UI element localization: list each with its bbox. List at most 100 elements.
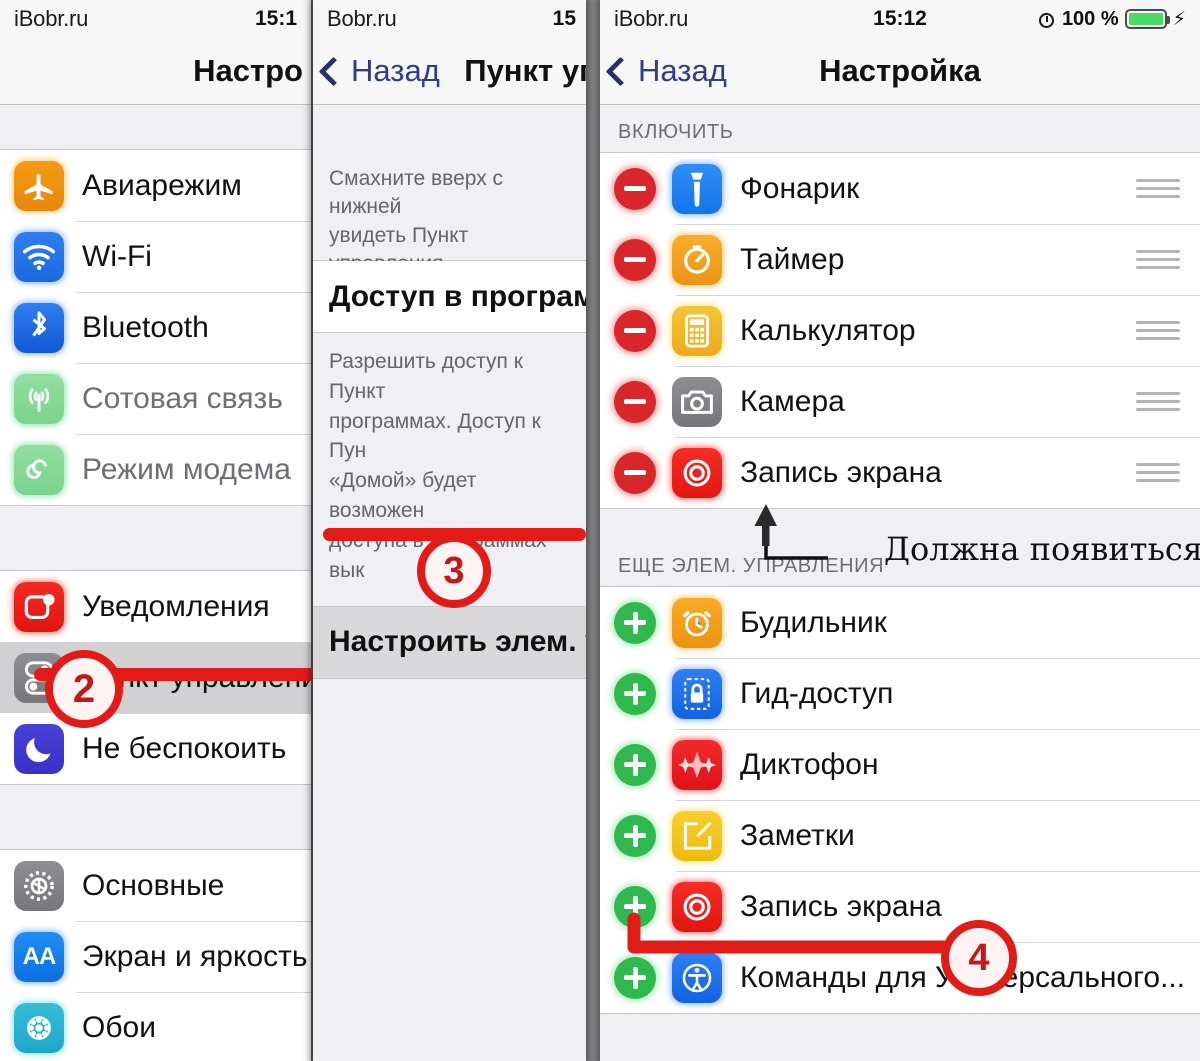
clock-label: 15 [552, 7, 576, 30]
flashlight-icon [672, 163, 722, 214]
settings-row-wifi[interactable]: Wi-Fi [0, 221, 311, 292]
control-row-notes[interactable]: Заметки [600, 800, 1200, 871]
settings-row-general[interactable]: Основные [0, 850, 311, 921]
settings-row-label: Wi-Fi [82, 239, 152, 273]
control-row-alarm[interactable]: Будильник [600, 587, 1200, 658]
back-button[interactable]: Назад [600, 53, 727, 89]
notifications-icon [14, 581, 64, 632]
settings-row-wallpaper[interactable]: Обои [0, 992, 311, 1061]
settings-row-airplane[interactable]: Авиарежим [0, 150, 311, 221]
hotspot-icon [14, 444, 64, 495]
settings-row-dnd[interactable]: Не беспокоить [0, 713, 311, 784]
settings-row-bluetooth[interactable]: Bluetooth [0, 292, 311, 363]
nav-bar-1: Настро [0, 38, 311, 105]
clock-label: 15:1 [254, 7, 297, 30]
group-customize: Настроить элем. упр [313, 605, 586, 679]
control-row-flashlight[interactable]: Фонарик [600, 153, 1200, 224]
settings-row-label: Обои [82, 1010, 156, 1044]
settings-row-notifications[interactable]: Уведомления [0, 571, 311, 642]
settings-group-connectivity: Авиарежим Wi-Fi Bluetooth Сотовая связь … [0, 149, 311, 506]
list-gap [313, 105, 586, 155]
remove-button[interactable] [614, 451, 656, 494]
control-row-label: Калькулятор [740, 313, 916, 347]
remove-button[interactable] [614, 380, 656, 423]
status-bar-2: Bobr.ru 15 [313, 0, 586, 38]
add-button[interactable] [614, 672, 656, 715]
settings-row-label: Авиарежим [82, 168, 242, 202]
cellular-icon [14, 373, 64, 424]
drag-handle[interactable] [1136, 179, 1180, 198]
settings-row-label: Основные [82, 868, 225, 902]
remove-button[interactable] [614, 309, 656, 352]
status-bar-3: iBobr.ru 15:12 100 % ⚡ [600, 0, 1200, 38]
carrier-label: Bobr.ru [327, 6, 397, 31]
settings-row-display[interactable]: AA Экран и яркость [0, 921, 311, 992]
wallpaper-icon [14, 1002, 64, 1053]
settings-row-cellular[interactable]: Сотовая связь [0, 363, 311, 434]
add-button[interactable] [614, 743, 656, 786]
chevron-left-icon [605, 56, 636, 86]
battery-percent-label: 100 % [1061, 7, 1119, 30]
row-label: Доступ в программа [329, 279, 586, 313]
drag-handle[interactable] [1136, 463, 1180, 482]
carrier-label: iBobr.ru [614, 6, 689, 31]
row-label: Настроить элем. упр [329, 625, 586, 658]
back-button-label: Назад [351, 53, 440, 88]
control-row-camera[interactable]: Камера [600, 366, 1200, 437]
general-gear-icon [14, 860, 64, 911]
back-button[interactable]: Назад [313, 53, 440, 89]
control-row-label: Гид-доступ [740, 676, 894, 710]
timer-icon [672, 234, 722, 285]
display-brightness-icon: AA [14, 931, 64, 982]
control-row-calculator[interactable]: Калькулятор [600, 295, 1200, 366]
page-title: Пункт уг [464, 53, 586, 88]
control-row-timer[interactable]: Таймер [600, 224, 1200, 295]
control-row-label: Камера [740, 384, 845, 418]
add-button[interactable] [614, 814, 656, 857]
control-row-voice-memos[interactable]: Диктофон [600, 729, 1200, 800]
control-row-guided-access[interactable]: Гид-доступ [600, 658, 1200, 729]
annotation-step-3: 3 [417, 534, 491, 608]
section-header-enabled: ВКЛЮЧИТЬ [600, 105, 1200, 152]
phone-panel-control-center: Bobr.ru 15 Назад Пункт уг Смахните вверх… [313, 0, 586, 1061]
camera-icon [672, 376, 722, 427]
remove-button[interactable] [614, 167, 656, 210]
list-gap [0, 105, 311, 149]
control-row-label: Таймер [740, 242, 845, 276]
airplane-icon [14, 160, 64, 211]
settings-group-general: Основные AA Экран и яркость Обои [0, 849, 311, 1061]
row-customize-controls[interactable]: Настроить элем. упр [313, 606, 586, 678]
nav-bar-2: Назад Пункт уг [313, 38, 586, 105]
bluetooth-icon [14, 302, 64, 353]
list-gap [0, 506, 311, 570]
settings-row-label: Режим модема [82, 452, 291, 486]
screen-settings: iBobr.ru 15:1 Настро Авиарежим Wi-Fi Blu… [0, 0, 311, 1061]
page-title: Настро [193, 53, 303, 88]
status-bar-1: iBobr.ru 15:1 [0, 0, 311, 38]
drag-handle[interactable] [1136, 392, 1180, 411]
settings-row-label: Сотовая связь [82, 381, 283, 415]
control-row-label: Запись экрана [740, 455, 942, 489]
settings-row-label: Bluetooth [82, 310, 209, 344]
guided-access-icon [672, 668, 722, 719]
alarm-clock-icon [672, 597, 722, 648]
row-app-access[interactable]: Доступ в программа [313, 261, 586, 332]
drag-handle[interactable] [1136, 250, 1180, 269]
screen-record-icon [672, 447, 722, 498]
screenshot-stage: iBobr.ru 15:1 Настро Авиарежим Wi-Fi Blu… [0, 0, 1200, 1061]
phone-panel-customize: iBobr.ru 15:12 100 % ⚡ Назад Настройка В… [600, 0, 1200, 1061]
carrier-label: iBobr.ru [14, 6, 89, 31]
remove-button[interactable] [614, 238, 656, 281]
wifi-icon [14, 231, 64, 282]
footnote-swipe-up: Смахните вверх с нижней увидеть Пункт уп… [313, 155, 586, 275]
drag-handle[interactable] [1136, 321, 1180, 340]
add-button[interactable] [614, 601, 656, 644]
group-enabled-controls: Фонарик Таймер Калькулятор Камера Запись… [600, 152, 1200, 509]
calculator-icon [672, 305, 722, 356]
hint-label: Должна появиться здесь [884, 530, 1200, 568]
battery-icon [1124, 9, 1170, 29]
control-row-screen-recording[interactable]: Запись экрана [600, 437, 1200, 508]
charging-bolt-icon: ⚡ [1172, 8, 1186, 30]
status-icons: 100 % ⚡ [1038, 8, 1186, 31]
settings-row-hotspot[interactable]: Режим модема [0, 434, 311, 505]
